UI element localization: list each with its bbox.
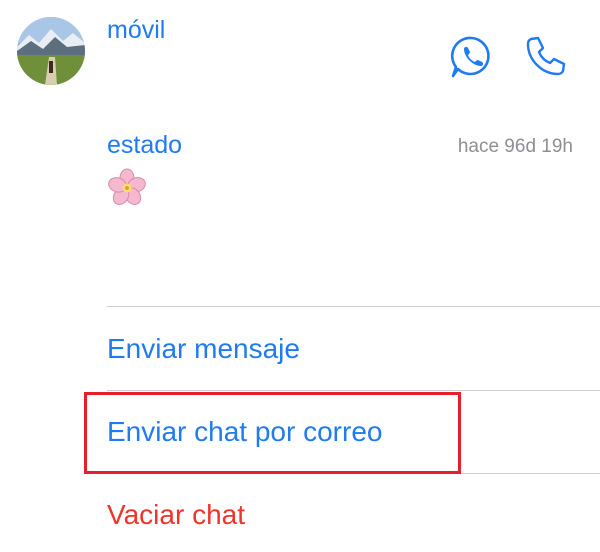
- whatsapp-icon[interactable]: [448, 34, 494, 80]
- phone-type-label: móvil: [107, 16, 166, 44]
- status-label: estado: [107, 131, 183, 159]
- divider: [107, 306, 600, 307]
- divider: [107, 390, 600, 391]
- phone-icon[interactable]: [522, 34, 568, 80]
- avatar[interactable]: [17, 17, 85, 85]
- highlight-annotation: [84, 392, 461, 474]
- status-timestamp: hace 96d 19h: [457, 136, 573, 157]
- send-message-button[interactable]: Enviar mensaje: [107, 333, 300, 365]
- mountain-landscape-avatar: [17, 17, 85, 85]
- cherry-blossom-icon: [107, 168, 147, 208]
- clear-chat-button[interactable]: Vaciar chat: [107, 499, 245, 531]
